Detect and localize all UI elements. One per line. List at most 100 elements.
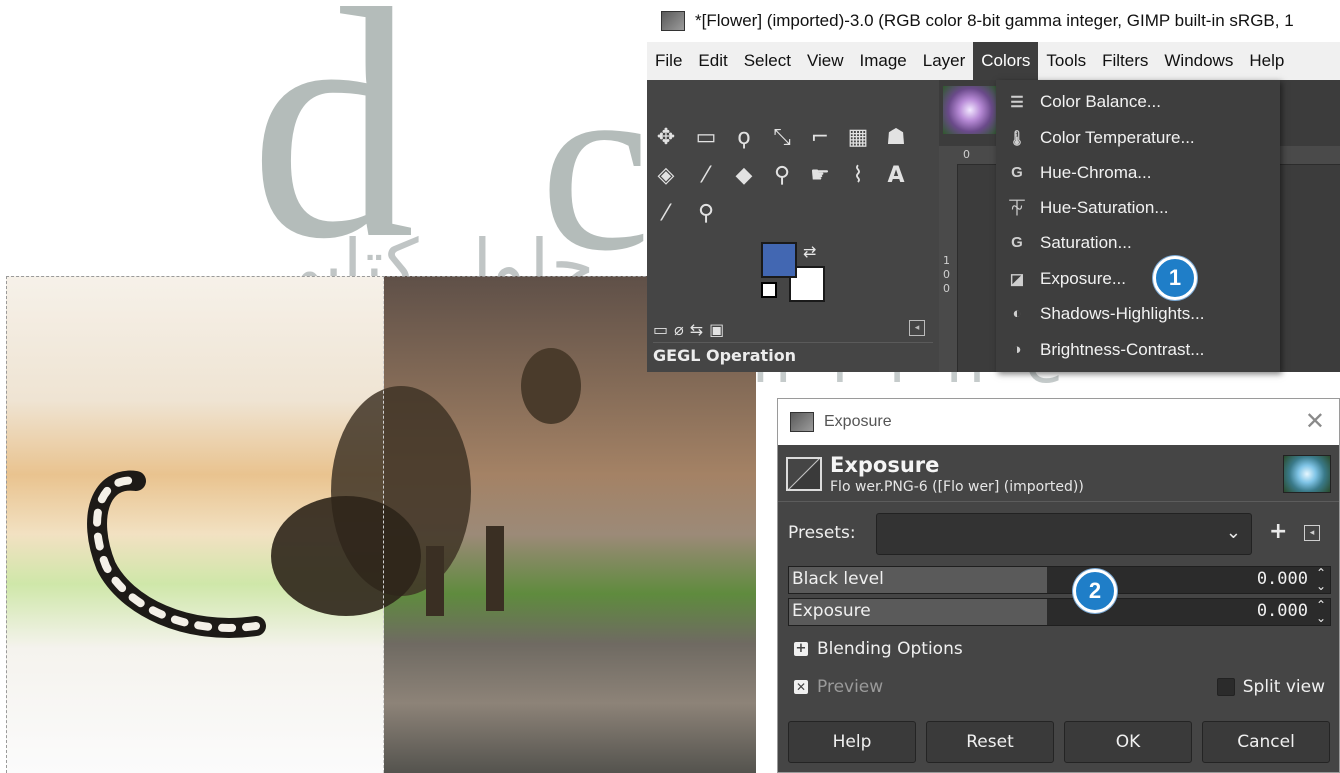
split-view-checkbox[interactable]: Split view: [1216, 677, 1325, 697]
menu-item-exposure[interactable]: ◪ Exposure...: [996, 261, 1280, 296]
reset-button[interactable]: Reset: [926, 721, 1054, 763]
add-preset-icon[interactable]: +: [1269, 521, 1287, 543]
colors-dropdown-menu: ☰ Color Balance... 🌡 Color Temperature..…: [996, 80, 1280, 372]
menu-item-color-balance[interactable]: ☰ Color Balance...: [996, 84, 1280, 119]
presets-menu-icon[interactable]: ◂: [1304, 525, 1320, 541]
spin-arrows-icon[interactable]: ⌃ ⌄: [1315, 567, 1327, 593]
image-thumbnail[interactable]: [943, 86, 997, 134]
ok-button[interactable]: OK: [1064, 721, 1192, 763]
menu-select[interactable]: Select: [736, 42, 799, 80]
menu-view[interactable]: View: [799, 42, 852, 80]
gimp-app-icon: [790, 412, 814, 432]
ruler-h-mark: 0: [963, 148, 970, 161]
menu-file[interactable]: File: [647, 42, 690, 80]
clone-icon[interactable]: ⚲: [767, 160, 797, 190]
callout-1-badge: 1: [1153, 256, 1197, 300]
menu-colors[interactable]: Colors: [973, 42, 1039, 80]
zoom-icon[interactable]: ⚲: [691, 198, 721, 228]
exposure-icon: [786, 457, 822, 491]
ruler-v-mark-2: 0: [943, 268, 950, 281]
dock-tabs: ▭ ⌀ ⇆ ▣: [647, 316, 943, 342]
gegl-icon: G: [1011, 234, 1023, 251]
default-colors-icon[interactable]: [761, 282, 777, 298]
expand-plus-icon: +: [794, 641, 808, 656]
foreground-color-swatch[interactable]: [761, 242, 797, 278]
menu-item-label: Saturation...: [1040, 232, 1132, 252]
gegl-icon: G: [1011, 164, 1023, 181]
lasso-icon[interactable]: ϙ: [729, 122, 759, 152]
cancel-button[interactable]: Cancel: [1202, 721, 1330, 763]
dialog-header-subtitle: Flo wer.PNG-6 ([Flo wer] (imported)): [830, 479, 1084, 495]
unified-transform-icon[interactable]: ▦: [843, 122, 873, 152]
fuzzy-select-icon[interactable]: ⤡: [767, 122, 797, 152]
menu-tools[interactable]: Tools: [1038, 42, 1094, 80]
paths-icon[interactable]: ⌇: [843, 160, 873, 190]
dialog-titlebar: Exposure ✕: [778, 399, 1339, 445]
presets-label: Presets:: [788, 523, 856, 543]
preview-checkbox[interactable]: ✕ Preview: [794, 677, 883, 697]
menu-layer[interactable]: Layer: [915, 42, 974, 80]
window-title: *[Flower] (imported)-3.0 (RGB color 8-bi…: [695, 11, 1294, 30]
gimp-app-icon: [661, 11, 685, 31]
blending-options-label: Blending Options: [817, 639, 963, 659]
menu-item-hue-saturation[interactable]: ⏇ Hue-Saturation...: [996, 190, 1280, 225]
blending-options-expander[interactable]: + Blending Options: [794, 639, 963, 659]
warp-icon[interactable]: ☗: [881, 122, 911, 152]
menu-image[interactable]: Image: [852, 42, 915, 80]
paintbrush-icon[interactable]: ⁄: [691, 160, 721, 190]
dock-menu-icon[interactable]: ◂: [909, 320, 925, 336]
bucket-fill-icon[interactable]: ◈: [651, 160, 681, 190]
callout-2-badge: 2: [1073, 569, 1117, 613]
menu-item-saturation[interactable]: G Saturation...: [996, 225, 1280, 260]
gegl-operation-label: GEGL Operation: [653, 346, 797, 365]
split-view-label: Split view: [1242, 677, 1325, 697]
black-level-label: Black level: [792, 569, 884, 589]
menu-item-color-temperature[interactable]: 🌡 Color Temperature...: [996, 120, 1280, 155]
help-button[interactable]: Help: [788, 721, 916, 763]
black-level-spinscale[interactable]: Black level 0.000 ⌃ ⌄: [788, 566, 1331, 594]
text-icon[interactable]: A: [881, 160, 911, 190]
menu-item-hue-chroma[interactable]: G Hue-Chroma...: [996, 155, 1280, 190]
images-tab-icon[interactable]: ▣: [709, 320, 724, 339]
dialog-window-title: Exposure: [824, 413, 892, 430]
brightness-contrast-icon: ◑: [1012, 341, 1022, 358]
menu-edit[interactable]: Edit: [690, 42, 735, 80]
ruler-v-mark-3: 0: [943, 282, 950, 295]
exposure-dialog: Exposure ✕ Exposure Flo wer.PNG-6 ([Flo …: [777, 398, 1340, 773]
presets-combobox[interactable]: ⌄: [876, 513, 1252, 555]
menu-item-label: Color Temperature...: [1040, 127, 1195, 147]
spin-arrows-icon[interactable]: ⌃ ⌄: [1315, 599, 1327, 625]
move-tool-icon[interactable]: ✥: [651, 122, 681, 152]
crop-icon[interactable]: ⌐: [805, 122, 835, 152]
checkbox-checked-icon: ✕: [794, 680, 808, 694]
ruler-v-mark-1: 1: [943, 254, 950, 267]
swap-colors-icon[interactable]: ⇄: [803, 242, 816, 261]
undo-history-tab-icon[interactable]: ⇆: [690, 320, 703, 339]
menu-windows[interactable]: Windows: [1156, 42, 1241, 80]
checkbox-unchecked-icon: [1216, 678, 1235, 696]
menu-item-label: Shadows-Highlights...: [1040, 303, 1205, 323]
header-separator: [778, 501, 1339, 502]
menu-item-label: Hue-Chroma...: [1040, 162, 1152, 182]
menu-filters[interactable]: Filters: [1094, 42, 1156, 80]
eraser-icon[interactable]: ◆: [729, 160, 759, 190]
rect-select-icon[interactable]: ▭: [691, 122, 721, 152]
color-picker-icon[interactable]: ⁄: [651, 198, 681, 228]
shadows-highlights-icon: ◐: [1012, 305, 1022, 322]
menu-item-shadows-highlights[interactable]: ◐ Shadows-Highlights...: [996, 296, 1280, 331]
menu-item-brightness-contrast[interactable]: ◑ Brightness-Contrast...: [996, 332, 1280, 367]
menu-help[interactable]: Help: [1241, 42, 1292, 80]
exposure-label: Exposure: [792, 601, 871, 621]
color-balance-icon: ☰: [1010, 93, 1024, 111]
menu-item-label: Exposure...: [1040, 268, 1126, 288]
exposure-spinscale[interactable]: Exposure 0.000 ⌃ ⌄: [788, 598, 1331, 626]
device-status-tab-icon[interactable]: ⌀: [674, 320, 684, 339]
thermometer-icon: 🌡: [1007, 129, 1027, 147]
hue-saturation-icon: ⏇: [1009, 200, 1025, 217]
preview-label: Preview: [817, 677, 884, 697]
close-icon[interactable]: ✕: [1305, 407, 1325, 435]
smudge-icon[interactable]: ☛: [805, 160, 835, 190]
toolbox: ✥ ▭ ϙ ⤡ ⌐ ▦ ☗ ◈ ⁄ ◆ ⚲ ☛ ⌇ A ⁄ ⚲ ⇄ ▭ ⌀ ⇆ …: [647, 80, 937, 372]
black-level-value: 0.000: [1256, 569, 1308, 589]
tool-options-tab-icon[interactable]: ▭: [653, 320, 668, 339]
